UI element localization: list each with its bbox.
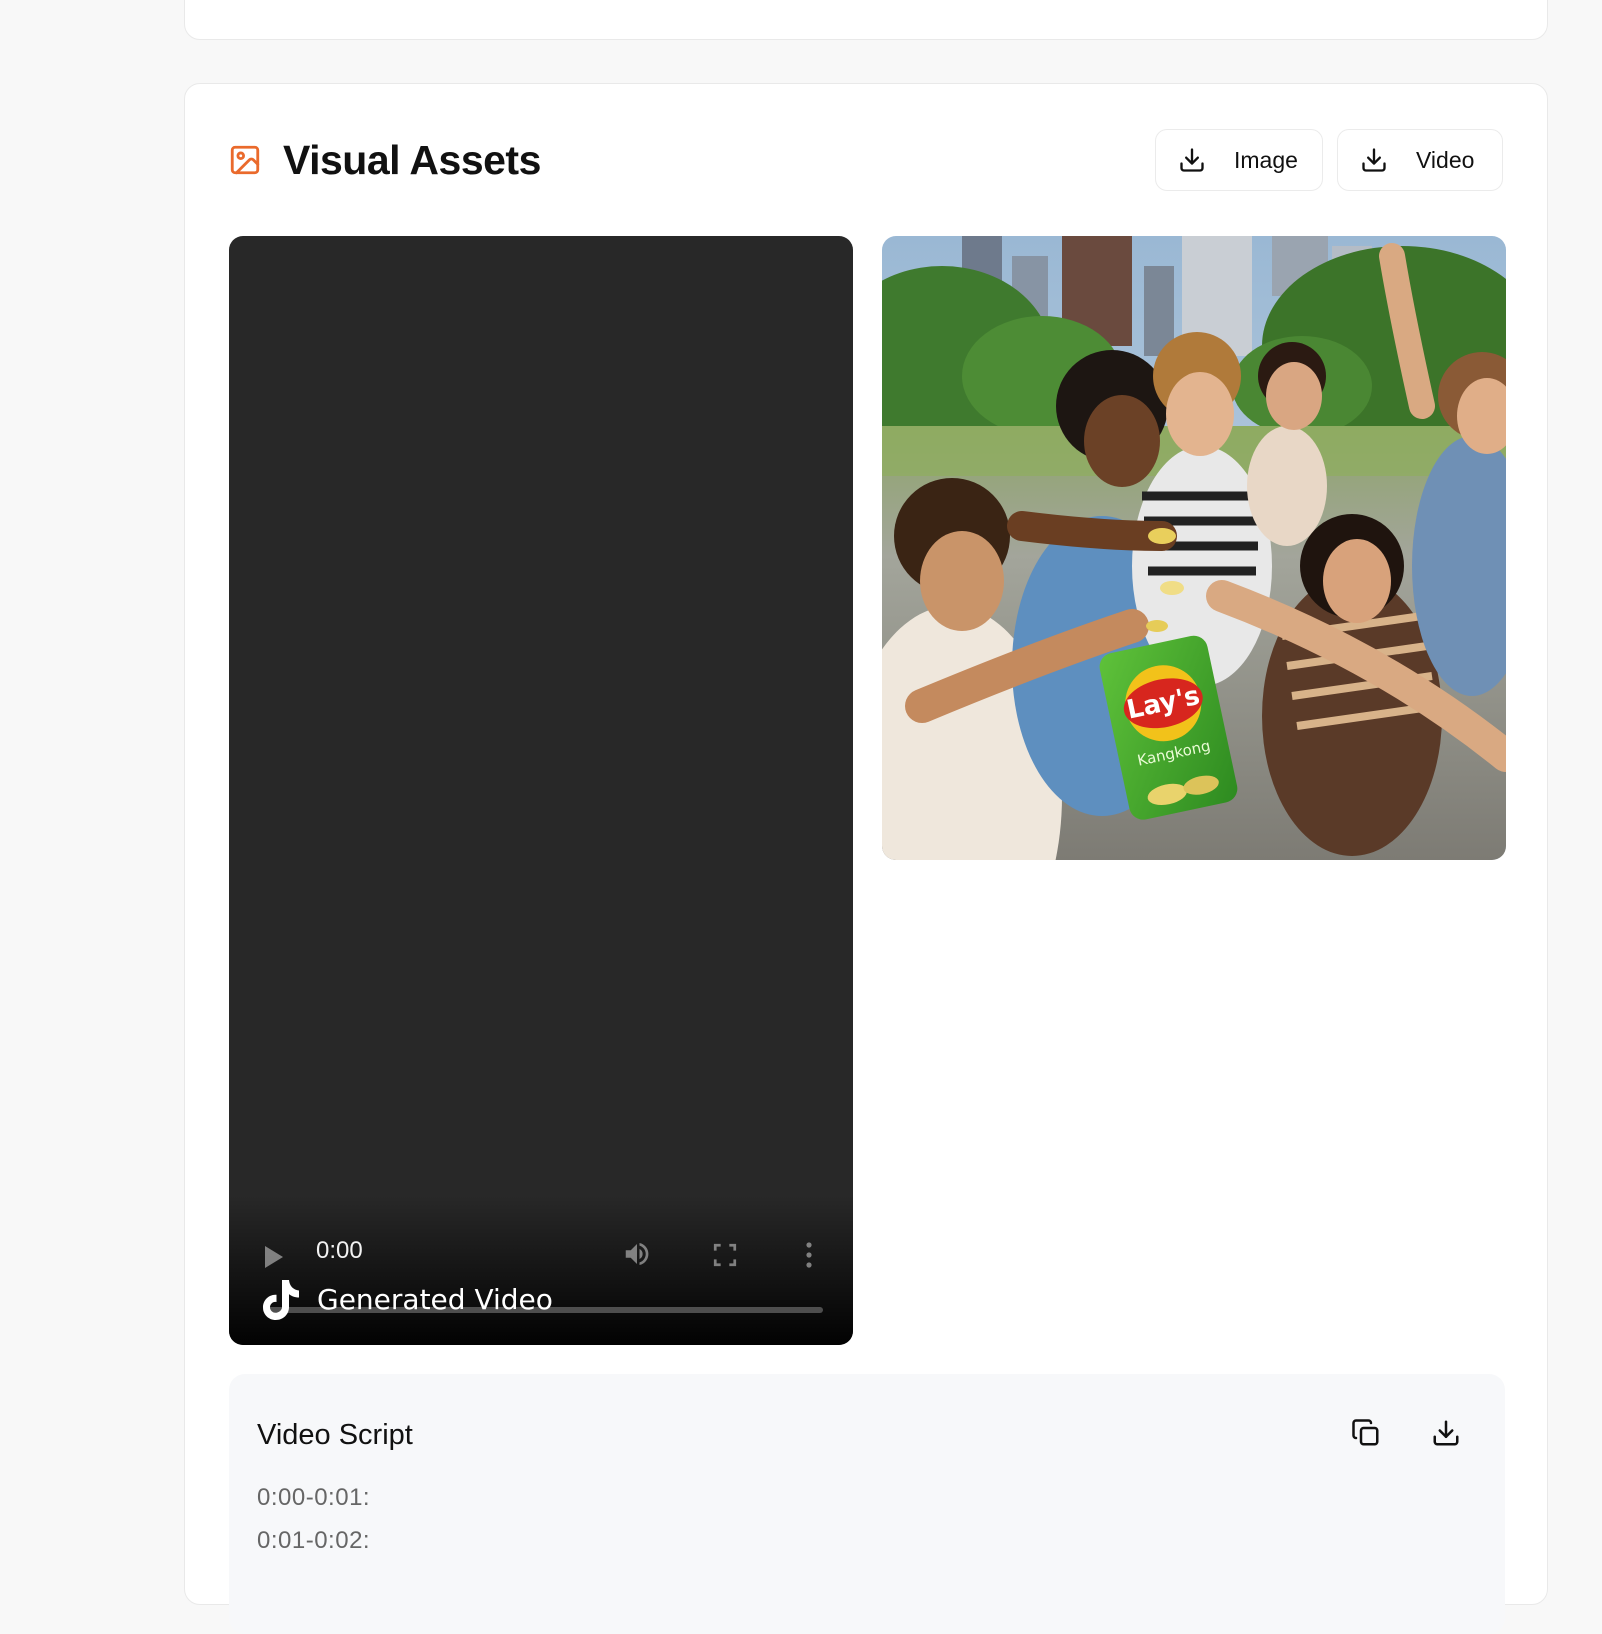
play-icon[interactable] bbox=[263, 1244, 287, 1272]
video-script-title: Video Script bbox=[257, 1419, 413, 1451]
download-video-label: Video bbox=[1416, 146, 1475, 173]
image-icon bbox=[227, 142, 263, 178]
download-icon bbox=[1360, 146, 1388, 174]
copy-icon[interactable] bbox=[1351, 1418, 1381, 1453]
download-icon bbox=[1178, 146, 1206, 174]
card-header: Visual Assets Image Video bbox=[229, 128, 1503, 192]
video-current-time: 0:00 bbox=[316, 1237, 363, 1264]
video-player[interactable]: 0:00 Generated Video bbox=[229, 236, 853, 1345]
fullscreen-icon[interactable] bbox=[712, 1242, 738, 1273]
tiktok-icon bbox=[260, 1278, 300, 1327]
generated-image[interactable]: Lay's Kangkong bbox=[882, 236, 1506, 860]
download-icon[interactable] bbox=[1431, 1418, 1461, 1453]
video-script-panel: Video Script 0:00-0:01: 0:01-0:02: bbox=[229, 1374, 1505, 1634]
script-line: 0:01-0:02: bbox=[257, 1527, 371, 1554]
download-image-button[interactable]: Image bbox=[1155, 129, 1323, 191]
more-options-icon[interactable] bbox=[805, 1242, 813, 1273]
previous-card bbox=[184, 0, 1548, 40]
script-line: 0:00-0:01: bbox=[257, 1484, 371, 1511]
volume-icon[interactable] bbox=[621, 1239, 653, 1274]
video-caption: Generated Video bbox=[317, 1283, 553, 1316]
section-title: Visual Assets bbox=[283, 136, 541, 183]
download-image-label: Image bbox=[1234, 146, 1298, 173]
video-controls-gradient bbox=[229, 1195, 853, 1345]
visual-assets-card: Visual Assets Image Video 0:00 Generated… bbox=[184, 83, 1548, 1634]
download-video-button[interactable]: Video bbox=[1337, 129, 1503, 191]
